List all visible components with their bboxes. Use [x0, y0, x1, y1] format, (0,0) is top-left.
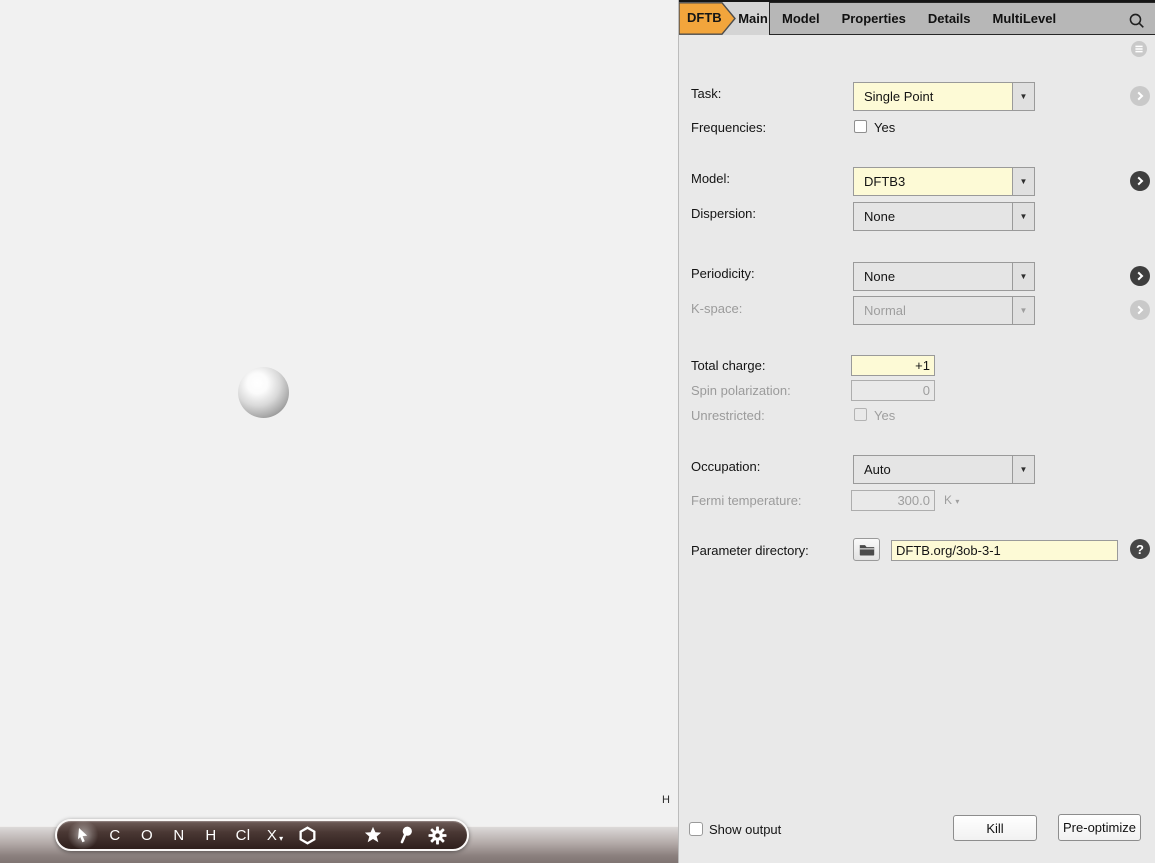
element-button-Cl[interactable]: Cl	[227, 821, 259, 849]
element-button-O[interactable]: O	[131, 821, 163, 849]
molecule-viewport[interactable]: H C O N H Cl X ▾	[0, 0, 678, 863]
panel-tab-bar: DFTB Main Model Properties Details Multi…	[679, 0, 1155, 35]
settings-tool[interactable]	[421, 821, 453, 849]
parameter-directory-help-button[interactable]: ?	[1130, 539, 1150, 559]
structures-tool[interactable]	[357, 821, 389, 849]
hydrogen-atom[interactable]	[238, 367, 289, 418]
element-toolbar: C O N H Cl X ▾	[55, 819, 469, 851]
task-dropdown[interactable]: Single Point ▼	[853, 82, 1035, 111]
task-value: Single Point	[854, 89, 1012, 104]
kspace-value: Normal	[854, 303, 1012, 318]
gear-icon	[428, 826, 447, 845]
search-button[interactable]	[1125, 9, 1149, 33]
unrestricted-checkbox	[854, 408, 867, 421]
total-charge-input[interactable]: +1	[851, 355, 935, 376]
tab-properties[interactable]: Properties	[842, 11, 906, 26]
browse-directory-button[interactable]	[853, 538, 880, 561]
unrestricted-label: Unrestricted:	[691, 408, 765, 423]
panel-menu-button	[1131, 41, 1147, 57]
periodicity-dropdown[interactable]: None ▼	[853, 262, 1035, 291]
viewer-bottom-strip: C O N H Cl X ▾	[0, 826, 678, 863]
dftb-method-tab[interactable]: DFTB	[679, 2, 737, 35]
frequencies-checkbox-label: Yes	[874, 120, 895, 135]
star-icon	[364, 826, 382, 844]
frequencies-label: Frequencies:	[691, 120, 766, 135]
task-label: Task:	[691, 86, 721, 101]
dropdown-arrow-icon[interactable]: ▼	[1012, 83, 1034, 110]
builder-wand-tool[interactable]	[389, 821, 421, 849]
dropdown-arrow-icon[interactable]: ▼	[1012, 168, 1034, 195]
periodicity-detail-button[interactable]	[1130, 266, 1150, 286]
tab-model[interactable]: Model	[782, 11, 820, 26]
dftb-input-panel: DFTB Main Model Properties Details Multi…	[678, 0, 1155, 863]
fermi-temperature-unit: K ▾	[944, 493, 959, 507]
search-icon	[1128, 12, 1146, 30]
element-button-N[interactable]: N	[163, 821, 195, 849]
periodicity-value: None	[854, 269, 1012, 284]
task-detail-button	[1130, 86, 1150, 106]
dropdown-arrow-icon[interactable]: ▼	[1012, 263, 1034, 290]
occupation-label: Occupation:	[691, 459, 760, 474]
parameter-directory-label: Parameter directory:	[691, 543, 809, 558]
hamburger-menu-icon	[1131, 41, 1147, 57]
dispersion-label: Dispersion:	[691, 206, 756, 221]
dispersion-value: None	[854, 209, 1012, 224]
unit-caret-icon: ▾	[955, 497, 959, 506]
preoptimize-button[interactable]: Pre-optimize	[1058, 814, 1141, 841]
show-output-label: Show output	[709, 822, 781, 837]
unit-label: K	[944, 493, 952, 507]
element-button-C[interactable]: C	[99, 821, 131, 849]
atom-element-label: H	[662, 794, 670, 806]
hexagon-ring-icon	[298, 826, 317, 845]
parameter-directory-input[interactable]: DFTB.org/3ob-3-1	[891, 540, 1118, 561]
chevron-down-icon: ▾	[279, 834, 283, 849]
model-dropdown[interactable]: DFTB3 ▼	[853, 167, 1035, 196]
total-charge-label: Total charge:	[691, 358, 765, 373]
folder-icon	[859, 543, 875, 556]
element-x-label: X	[267, 827, 277, 844]
dropdown-arrow-icon: ▼	[1012, 297, 1034, 324]
occupation-value: Auto	[854, 462, 1012, 477]
fermi-temperature-label: Fermi temperature:	[691, 493, 802, 508]
show-output-checkbox[interactable]	[689, 822, 703, 836]
kspace-detail-button	[1130, 300, 1150, 320]
chevron-right-icon	[1135, 305, 1145, 315]
chevron-right-icon	[1135, 271, 1145, 281]
chevron-right-icon	[1135, 91, 1145, 101]
chevron-right-icon	[1135, 176, 1145, 186]
wand-icon	[398, 826, 413, 844]
kspace-label: K-space:	[691, 301, 742, 316]
model-detail-button[interactable]	[1130, 171, 1150, 191]
dispersion-dropdown[interactable]: None ▼	[853, 202, 1035, 231]
periodicity-label: Periodicity:	[691, 266, 755, 281]
model-value: DFTB3	[854, 174, 1012, 189]
application-window: H C O N H Cl X ▾	[0, 0, 1155, 863]
element-button-H[interactable]: H	[195, 821, 227, 849]
dropdown-arrow-icon[interactable]: ▼	[1012, 456, 1034, 483]
dropdown-arrow-icon[interactable]: ▼	[1012, 203, 1034, 230]
element-button-X[interactable]: X ▾	[259, 821, 291, 849]
ring-structure-tool[interactable]	[291, 821, 323, 849]
spin-polarization-input: 0	[851, 380, 935, 401]
pointer-icon	[75, 827, 91, 844]
fermi-temperature-input: 300.0	[851, 490, 935, 511]
tab-group: Model Properties Details MultiLevel	[769, 2, 1155, 35]
frequencies-checkbox[interactable]	[854, 120, 867, 133]
dftb-tab-label: DFTB	[687, 10, 722, 25]
unrestricted-checkbox-label: Yes	[874, 408, 895, 423]
help-icon: ?	[1136, 542, 1144, 557]
occupation-dropdown[interactable]: Auto ▼	[853, 455, 1035, 484]
tab-multilevel[interactable]: MultiLevel	[993, 11, 1057, 26]
kspace-dropdown: Normal ▼	[853, 296, 1035, 325]
tab-details[interactable]: Details	[928, 11, 971, 26]
model-label: Model:	[691, 171, 730, 186]
kill-button[interactable]: Kill	[953, 815, 1037, 841]
select-pointer-tool[interactable]	[67, 821, 99, 849]
spin-polarization-label: Spin polarization:	[691, 383, 791, 398]
tab-main[interactable]: Main	[737, 2, 769, 35]
